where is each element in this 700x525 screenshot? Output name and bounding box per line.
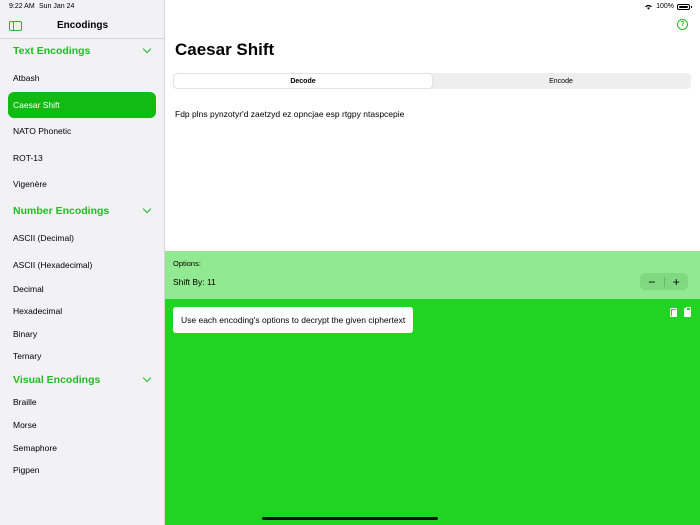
options-label: Options: — [173, 259, 201, 268]
sidebar-item-rot-13[interactable]: ROT-13 — [8, 145, 156, 171]
output-tip: Use each encoding's options to decrypt t… — [173, 307, 414, 333]
sidebar-item-vigenere[interactable]: Vigenère — [8, 171, 156, 197]
sidebar-item-ternary[interactable]: Ternary — [8, 343, 156, 369]
chevron-down-icon — [142, 44, 152, 54]
status-time: 9:22 AM — [9, 3, 35, 10]
status-right: 100% — [644, 3, 692, 10]
section-number-encodings[interactable]: Number Encodings — [0, 203, 165, 221]
sidebar-item-atbash[interactable]: Atbash — [8, 65, 156, 91]
sidebar-item-pigpen[interactable]: Pigpen — [8, 457, 156, 483]
sidebar: Encodings Text Encodings Atbash Caesar S… — [0, 0, 165, 525]
options-panel: Options: Shift By: 11 − + — [165, 251, 700, 299]
output-actions — [670, 307, 691, 317]
section-text-encodings[interactable]: Text Encodings — [0, 43, 165, 61]
wifi-icon — [645, 4, 652, 10]
sidebar-divider — [0, 38, 165, 39]
ciphertext-input[interactable]: Fdp plns pynzotyr'd zaetzyd ez opncjae e… — [175, 109, 404, 119]
chevron-down-icon — [142, 204, 152, 214]
sidebar-item-nato-phonetic[interactable]: NATO Phonetic — [8, 118, 156, 144]
sidebar-item-ascii-hexadecimal[interactable]: ASCII (Hexadecimal) — [8, 252, 156, 278]
status-date: Sun Jan 24 — [39, 3, 75, 10]
tab-encode[interactable]: Encode — [432, 74, 690, 88]
shift-by-label: Shift By: 11 — [173, 277, 216, 287]
decrement-button[interactable]: − — [640, 273, 664, 290]
section-label: Number Encodings — [13, 205, 110, 217]
sidebar-header: Encodings — [0, 14, 165, 38]
result-panel: Use each encoding's options to decrypt t… — [165, 299, 700, 525]
clipboard-icon[interactable] — [684, 307, 691, 317]
sidebar-title: Encodings — [56, 20, 109, 31]
section-visual-encodings[interactable]: Visual Encodings — [0, 372, 165, 390]
help-icon[interactable]: ? — [677, 19, 688, 30]
tab-decode[interactable]: Decode — [174, 74, 432, 88]
battery-icon — [677, 3, 692, 10]
battery-percent: 100% — [656, 3, 674, 10]
copy-icon[interactable] — [670, 308, 677, 317]
sidebar-item-caesar-shift[interactable]: Caesar Shift — [8, 92, 156, 118]
home-indicator — [262, 517, 438, 520]
mode-segmented-control[interactable]: Decode Encode — [173, 73, 691, 89]
main-panel: ? Caesar Shift Decode Encode Fdp plns py… — [165, 0, 700, 525]
page-title: Caesar Shift — [175, 40, 275, 59]
shift-stepper[interactable]: − + — [640, 273, 688, 290]
chevron-down-icon — [142, 373, 152, 383]
section-label: Visual Encodings — [13, 374, 101, 386]
section-label: Text Encodings — [13, 45, 91, 57]
increment-button[interactable]: + — [665, 273, 689, 290]
sidebar-item-ascii-decimal[interactable]: ASCII (Decimal) — [8, 225, 156, 251]
status-bar: 9:22 AM Sun Jan 24 100% — [0, 0, 700, 14]
